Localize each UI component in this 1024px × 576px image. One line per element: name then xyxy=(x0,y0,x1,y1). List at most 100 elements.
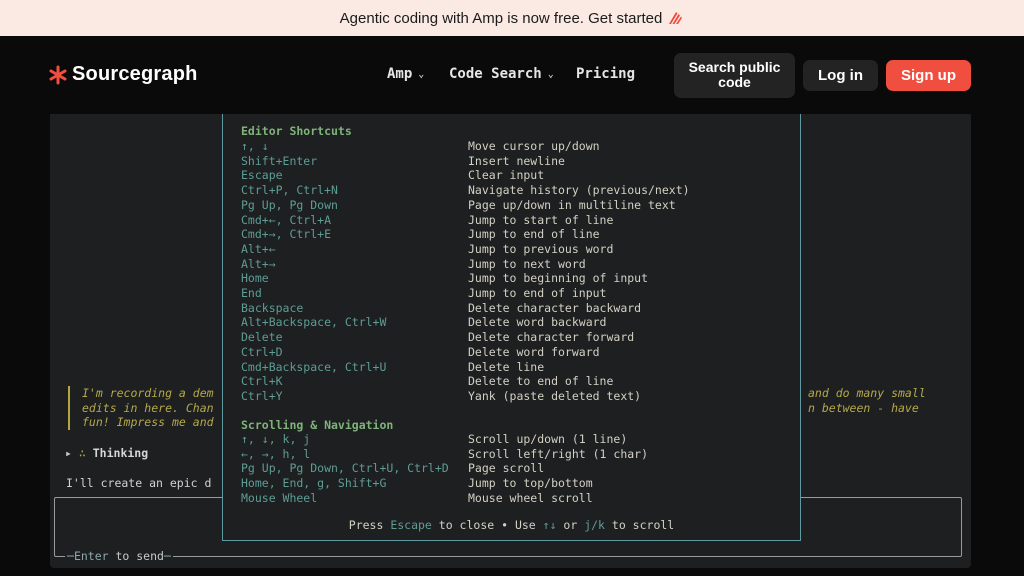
shortcut-description: Delete word backward xyxy=(468,315,607,330)
shortcut-description: Jump to beginning of input xyxy=(468,271,649,286)
shortcut-description: Jump to previous word xyxy=(468,241,614,256)
footer-text: to close • Use xyxy=(431,518,543,532)
search-public-code-button[interactable]: Search public code xyxy=(674,53,795,98)
shortcut-key: Ctrl+P, Ctrl+N xyxy=(241,183,338,198)
sourcegraph-logo-icon xyxy=(49,65,67,84)
thinking-dots-icon: ∴ xyxy=(78,446,86,460)
shortcut-key: Home, End, g, Shift+G xyxy=(241,476,387,491)
footer-text: Press xyxy=(348,518,391,532)
thinking-label: Thinking xyxy=(92,446,149,460)
shortcut-key: Ctrl+D xyxy=(241,344,283,359)
shortcut-row: Cmd+←, Ctrl+A Jump to start of line xyxy=(241,213,781,228)
search-button-line1: Search public xyxy=(688,59,781,75)
shortcut-row: Home, End, g, Shift+G Jump to top/bottom xyxy=(241,476,781,491)
shortcut-key: Cmd+→, Ctrl+E xyxy=(241,227,332,242)
shortcut-key: Delete xyxy=(241,330,283,345)
shortcut-row: Pg Up, Pg Down, Ctrl+U, Ctrl+D Page scrol… xyxy=(241,461,781,476)
footer-jk-key: j/k xyxy=(584,518,605,532)
search-button-line2: code xyxy=(718,74,751,90)
shortcut-description: Page up/down in multiline text xyxy=(468,197,676,212)
nav-pricing[interactable]: Pricing xyxy=(576,66,635,82)
shortcuts-modal: Editor Shortcuts ↑, ↓ Move cursor up/down… xyxy=(222,114,801,541)
nav-pricing-label: Pricing xyxy=(576,66,636,82)
shortcut-description: Yank (paste deleted text) xyxy=(468,388,642,403)
thinking-toggle[interactable]: ▸ ∴ Thinking xyxy=(65,446,148,460)
shortcut-row: Pg Up, Pg Down Page up/down in multiline … xyxy=(241,198,781,213)
shortcut-description: Scroll left/right (1 char) xyxy=(468,446,649,461)
footer-text: to scroll xyxy=(604,518,675,532)
shortcut-key: Pg Up, Pg Down xyxy=(241,197,338,212)
shortcut-row: Ctrl+D Delete word forward xyxy=(241,345,781,360)
assistant-reply: I'll create an epic d xyxy=(66,476,212,490)
shortcut-description: Jump to top/bottom xyxy=(468,476,593,491)
amp-icon xyxy=(669,12,683,24)
nav-amp[interactable]: Amp ⌄ xyxy=(387,66,424,82)
login-button[interactable]: Log in xyxy=(803,60,878,91)
shortcut-key: Shift+Enter xyxy=(241,153,318,168)
shortcut-description: Clear input xyxy=(468,168,545,183)
nav-code-search[interactable]: Code Search ⌄ xyxy=(449,66,554,82)
shortcut-row: Mouse Wheel Mouse wheel scroll xyxy=(241,491,781,506)
shortcut-key: Cmd+←, Ctrl+A xyxy=(241,212,332,227)
modal-footer: Press Escape to close • Use ↑↓ or j/k to… xyxy=(223,518,800,532)
chevron-down-icon: ⌄ xyxy=(418,68,425,80)
shortcut-row: Alt+Backspace, Ctrl+W Delete word backwar… xyxy=(241,315,781,330)
shortcut-description: Mouse wheel scroll xyxy=(468,490,593,505)
shortcut-row: ↑, ↓, k, j Scroll up/down (1 line) xyxy=(241,432,781,447)
shortcut-row: ↑, ↓ Move cursor up/down xyxy=(241,139,781,154)
chevron-down-icon: ⌄ xyxy=(547,68,554,80)
banner-text[interactable]: Agentic coding with Amp is now free. Get… xyxy=(340,10,663,27)
announcement-banner[interactable]: Agentic coding with Amp is now free. Get… xyxy=(0,0,1024,36)
shortcut-key: Backspace xyxy=(241,300,304,315)
shortcut-key: Mouse Wheel xyxy=(241,490,318,505)
sourcegraph-logo[interactable]: Sourcegraph xyxy=(48,63,198,86)
shortcut-key: Home xyxy=(241,271,269,286)
shortcut-description: Jump to start of line xyxy=(468,212,614,227)
send-hint-text: to send xyxy=(108,549,164,563)
shortcut-row: Shift+Enter Insert newline xyxy=(241,154,781,169)
nav-code-search-label: Code Search xyxy=(449,66,542,82)
nav-amp-label: Amp xyxy=(387,66,413,82)
shortcut-description: Scroll up/down (1 line) xyxy=(468,432,628,446)
shortcut-key: Alt+← xyxy=(241,241,276,256)
shortcut-description: Page scroll xyxy=(468,461,545,476)
quote-line-right: and do many small xyxy=(808,386,926,400)
shortcut-row: Alt+→ Jump to next word xyxy=(241,257,781,272)
shortcut-row: Home Jump to beginning of input xyxy=(241,271,781,286)
shortcut-description: Delete character backward xyxy=(468,300,642,315)
shortcut-row: Backspace Delete character backward xyxy=(241,301,781,316)
shortcut-key: ↑, ↓, k, j xyxy=(241,432,311,446)
footer-arrows-key: ↑↓ xyxy=(542,518,557,532)
shortcut-key: Alt+→ xyxy=(241,256,276,271)
editor-shortcuts-title: Editor Shortcuts xyxy=(241,124,352,138)
shortcut-key: End xyxy=(241,286,262,300)
shortcut-description: Navigate history (previous/next) xyxy=(468,183,690,198)
logo-text: Sourcegraph xyxy=(72,63,198,85)
shortcut-description: Move cursor up/down xyxy=(468,139,600,153)
shortcut-key: Cmd+Backspace, Ctrl+U xyxy=(241,359,387,374)
shortcut-description: Delete to end of line xyxy=(468,374,614,389)
shortcut-key: Ctrl+K xyxy=(241,374,283,389)
shortcut-description: Jump to end of input xyxy=(468,286,607,300)
shortcut-key: ↑, ↓ xyxy=(241,139,269,153)
shortcut-row: End Jump to end of input xyxy=(241,286,781,301)
top-navigation: Sourcegraph Amp ⌄ Code Search ⌄ Pricing … xyxy=(0,36,1024,114)
quote-line-right: n between - have xyxy=(808,400,919,415)
shortcut-description: Delete character forward xyxy=(468,330,635,345)
shortcut-row: Cmd+→, Ctrl+E Jump to end of line xyxy=(241,227,781,242)
shortcut-key: ←, →, h, l xyxy=(241,446,311,461)
shortcut-row: Ctrl+P, Ctrl+N Navigate history (previous… xyxy=(241,183,781,198)
footer-text: or xyxy=(556,518,585,532)
shortcut-row: Alt+← Jump to previous word xyxy=(241,242,781,257)
shortcut-key: Ctrl+Y xyxy=(241,388,283,403)
shortcut-description: Jump to end of line xyxy=(468,227,600,242)
enter-key-hint: Enter xyxy=(73,549,109,563)
shortcut-description: Delete line xyxy=(468,359,545,374)
input-hint: ─Enter to send─ xyxy=(65,549,173,563)
shortcut-description: Insert newline xyxy=(468,153,565,168)
shortcut-row: Delete Delete character forward xyxy=(241,330,781,345)
shortcut-key: Escape xyxy=(241,168,283,183)
shortcut-row: ←, →, h, l Scroll left/right (1 char) xyxy=(241,447,781,462)
signup-button[interactable]: Sign up xyxy=(886,60,971,91)
expand-triangle-icon: ▸ xyxy=(65,446,72,460)
